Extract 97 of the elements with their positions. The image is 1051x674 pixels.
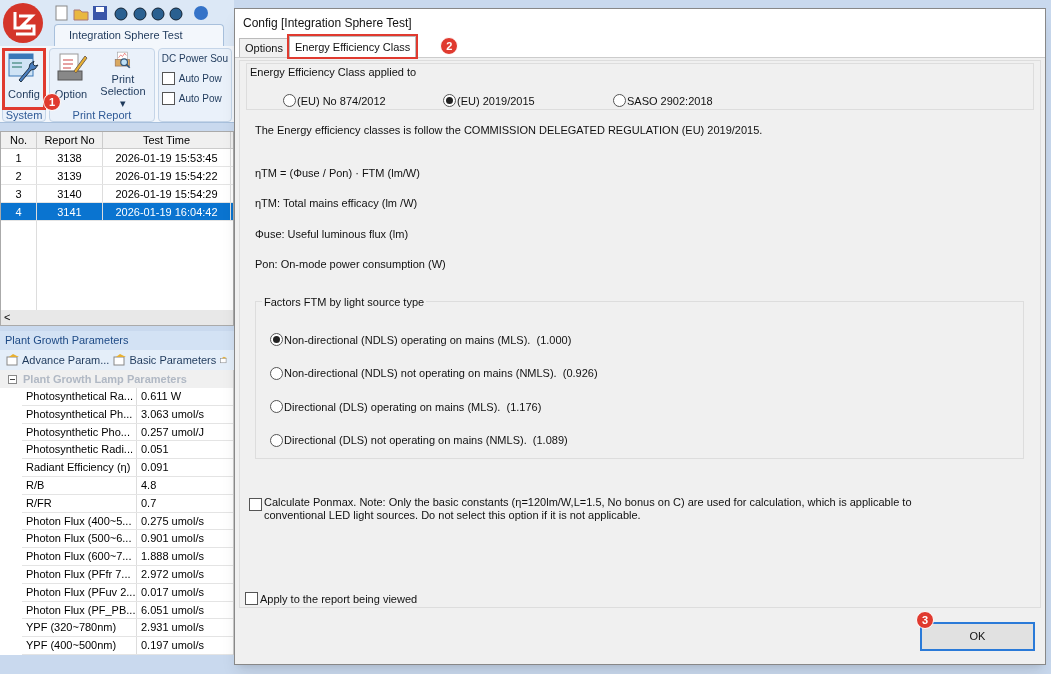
formula-definition: Pon: On-mode power consumption (W) [255, 257, 447, 273]
ribbon-tab[interactable]: Integration Sphere Test [54, 24, 224, 46]
table-cell: 3141 [37, 203, 103, 220]
category-label: Plant Growth Lamp Parameters [23, 371, 187, 387]
column-header[interactable]: Report No [37, 132, 103, 148]
step-badge: 3 [916, 611, 934, 629]
panel-tab[interactable]: Advance Param... [22, 351, 110, 369]
table-cell: 2026-01-19 15:53:45 [103, 149, 231, 166]
property-value: 4.8 [140, 478, 158, 493]
formula-definition: ηTM: Total mains efficacy (lm /W) [255, 196, 419, 212]
collapse-icon[interactable] [8, 374, 17, 384]
property-value: 2.931 umol/s [140, 620, 205, 636]
property-value: 0.611 W [140, 389, 183, 404]
radio-button[interactable] [283, 94, 296, 108]
checkbox-label: Apply to the report being viewed [260, 591, 418, 607]
property-name: Photosynthetical Ph... [22, 405, 137, 423]
radio-label: Non-directional (NDLS) operating on mains (MLS). (1.000) [284, 332, 572, 348]
table-cell: 3139 [37, 167, 103, 184]
property-value: 0.017 umol/s [140, 584, 205, 600]
property-name: Photon Flux (600~7... [22, 548, 137, 565]
formula-definition: ηTM = (Φuse / Pon) · FTM (lm/W) [255, 165, 421, 181]
table-cell: 2 [1, 167, 37, 184]
property-name: Photon Flux (PFfr 7... [22, 565, 137, 583]
property-name: Photosynthetic Radi... [22, 441, 137, 459]
checkbox[interactable] [249, 497, 262, 511]
panel-tab[interactable]: Basic Parameters [129, 351, 217, 369]
panel-title: Plant Growth Parameters [0, 331, 234, 350]
checkbox-label: Auto Pow [178, 72, 222, 86]
checkbox[interactable] [161, 92, 175, 105]
property-value: 2.972 umol/s [140, 566, 205, 582]
step-badge: 2 [440, 37, 459, 55]
ribbon-button[interactable]: Config [3, 49, 45, 109]
column-header[interactable]: No. [1, 132, 37, 148]
group-title: DC Power Sou [161, 52, 228, 66]
property-value: 0.257 umol/J [140, 424, 205, 440]
property-name: Photosynthetical Ra... [22, 388, 137, 405]
window-title: Config [Integration Sphere Test] [243, 15, 412, 32]
horizontal-scrollbar[interactable]: < [1, 310, 233, 325]
radio-label: Non-directional (NDLS) not operating on mains (NMLS). (0.926) [284, 366, 598, 382]
property-value: 0.051 [140, 442, 170, 458]
ribbon-button[interactable]: Print Selection ▾ [92, 49, 154, 109]
property-name: Photon Flux (400~5... [22, 512, 137, 530]
table-cell: 1 [1, 149, 37, 166]
app-logo [2, 2, 44, 44]
property-value: 0.197 umol/s [140, 638, 205, 654]
checkbox[interactable] [245, 592, 258, 606]
radio-button[interactable] [613, 94, 626, 108]
radio-button[interactable] [270, 433, 283, 447]
radio-button[interactable] [443, 94, 456, 108]
regulation-note: The Energy efficiency classes is follow the COMMISSION DELEGATED REGULATION (EU) 2019/2015. [255, 123, 764, 139]
property-value: 0.275 umol/s [140, 513, 205, 529]
radio-label: (EU) No 874/2012 [297, 93, 386, 109]
radio-label: Directional (DLS) not operating on mains (NMLS). (1.089) [284, 433, 568, 449]
radio-button[interactable] [270, 366, 283, 380]
table-cell: 3140 [37, 185, 103, 202]
property-name: Photosynthetic Pho... [22, 423, 137, 441]
property-name: Photon Flux (500~6... [22, 530, 137, 548]
table-cell: 4 [1, 203, 37, 220]
property-name: R/B [22, 477, 137, 494]
checkbox-label: Calculate Ponmax. Note: Only the basic constants (η=120lm/W,L=1.5, No bonus on C) are used for calculation, which is applicable to conventional LED light sources. Do not select this option if it is not applicable. [264, 495, 913, 522]
property-name: Radiant Efficiency (η) [22, 459, 137, 476]
property-value: 1.888 umol/s [140, 549, 205, 565]
radio-label: (EU) 2019/2015 [457, 93, 535, 109]
checkbox[interactable] [161, 72, 175, 85]
table-cell: 3 [1, 185, 37, 202]
table-cell: 2026-01-19 15:54:22 [103, 167, 231, 184]
radio-button[interactable] [270, 400, 283, 414]
table-row[interactable]: 1 3138 2026-01-19 15:53:45 [1, 149, 233, 167]
table-row[interactable]: 4 3141 2026-01-19 16:04:42 [1, 203, 233, 221]
checkbox-label: Auto Pow [178, 92, 222, 106]
property-name: Photon Flux (PF_PB... [22, 601, 137, 619]
radio-label: SASO 2902:2018 [627, 93, 713, 109]
folder-icon [6, 354, 20, 366]
table-cell: 3138 [37, 149, 103, 166]
table-row[interactable]: 2 3139 2026-01-19 15:54:22 [1, 167, 233, 185]
property-name: Photon Flux (PFuv 2... [22, 583, 137, 601]
property-value: 0.901 umol/s [140, 531, 205, 547]
property-name: YPF (320~780nm) [22, 619, 137, 637]
window-wrench-icon [7, 51, 41, 85]
table-cell: 2026-01-19 16:04:42 [103, 203, 231, 220]
radio-button[interactable] [270, 333, 283, 347]
property-name: R/FR [22, 494, 137, 512]
property-value: 3.063 umol/s [140, 406, 205, 422]
radio-label: Directional (DLS) operating on mains (MLS). (1.176) [284, 399, 542, 415]
ribbon-group-label: System [4, 109, 44, 122]
table-cell: 2026-01-19 15:54:29 [103, 185, 231, 202]
property-value: 6.051 umol/s [140, 602, 205, 618]
dialog-tab[interactable]: Options [239, 38, 289, 57]
property-name: YPF (400~500nm) [22, 637, 137, 654]
formula-definition: Φuse: Useful luminous flux (lm) [255, 226, 410, 242]
property-value: 0.7 [140, 495, 158, 511]
group-label: Energy Efficiency Class applied to [250, 65, 418, 80]
dialog-tab[interactable]: Energy Efficiency Class [288, 36, 417, 57]
folder-icon [113, 354, 128, 366]
property-value: 0.091 [140, 460, 170, 476]
ribbon-group-label: Print Report [71, 109, 133, 122]
column-header[interactable]: Test Time [103, 132, 231, 148]
